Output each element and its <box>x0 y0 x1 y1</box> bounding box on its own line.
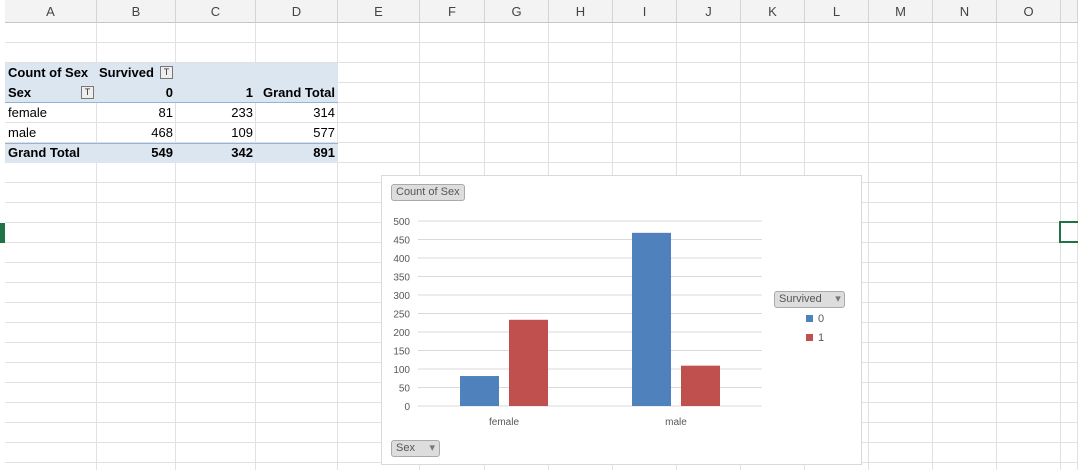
axis-field-label: Sex <box>396 442 415 454</box>
legend-item[interactable]: 0 <box>806 313 824 325</box>
pivot-chart[interactable]: Count of Sex 0 50 100 150 200 250 300 350 400 450… <box>381 175 862 465</box>
selected-row-indicator <box>0 223 5 243</box>
chart-plot: 0 50 100 150 200 250 300 350 400 450 500 female male <box>393 217 762 428</box>
pivot-row-label[interactable]: female <box>5 103 97 123</box>
column-header-D[interactable]: D <box>256 0 338 23</box>
pivot-col-field-label[interactable]: Survived <box>96 63 166 83</box>
column-header-I[interactable]: I <box>613 0 677 23</box>
column-header-B[interactable]: B <box>97 0 176 23</box>
pivot-cell[interactable]: 109 <box>176 123 256 143</box>
bar-male-0[interactable] <box>632 232 671 406</box>
y-tick-label: 300 <box>393 291 410 302</box>
y-tick-label: 350 <box>393 273 410 284</box>
legend-label: 1 <box>818 332 825 344</box>
y-tick-label: 100 <box>393 365 410 376</box>
pivot-col-header[interactable]: Grand Total <box>256 83 338 103</box>
bar-male-1[interactable] <box>681 365 720 406</box>
column-header-C[interactable]: C <box>176 0 256 23</box>
column-header-H[interactable]: H <box>549 0 613 23</box>
y-tick-label: 450 <box>393 236 410 247</box>
pivot-col-header[interactable]: 0 <box>97 83 176 103</box>
survived-filter-icon[interactable]: T <box>160 66 173 79</box>
column-header-N[interactable]: N <box>933 0 997 23</box>
bar-female-1[interactable] <box>509 319 548 406</box>
legend-title: Survived <box>779 293 822 305</box>
legend-swatch <box>806 315 813 322</box>
pivot-grand-total-cell[interactable]: 549 <box>97 143 176 163</box>
y-tick-label: 250 <box>393 310 410 321</box>
pivot-cell[interactable]: 81 <box>97 103 176 123</box>
pivot-cell[interactable]: 233 <box>176 103 256 123</box>
column-header-F[interactable]: F <box>420 0 485 23</box>
pivot-grand-total-cell[interactable]: 891 <box>256 143 338 163</box>
column-header-G[interactable]: G <box>485 0 549 23</box>
legend-label: 0 <box>818 313 825 325</box>
y-tick-label: 200 <box>393 328 410 339</box>
y-tick-label: 150 <box>393 347 410 358</box>
legend-field-button[interactable]: Survived ▾ <box>774 291 845 308</box>
pivot-row-field-label[interactable]: Sex <box>5 83 85 103</box>
axis-field-button[interactable]: Sex ▾ <box>391 440 440 457</box>
column-header-E[interactable]: E <box>338 0 420 23</box>
x-tick-label: male <box>665 417 687 428</box>
selected-cell[interactable] <box>1059 221 1078 243</box>
sex-filter-icon[interactable]: T <box>81 86 94 99</box>
column-header-L[interactable]: L <box>805 0 869 23</box>
column-header-A[interactable]: A <box>5 0 97 23</box>
pivot-col-header[interactable]: 1 <box>176 83 256 103</box>
filter-icon: ▾ <box>835 293 841 305</box>
column-header-K[interactable]: K <box>741 0 805 23</box>
bar-female-0[interactable] <box>460 376 499 406</box>
pivot-grand-total-cell[interactable]: 342 <box>176 143 256 163</box>
column-header-J[interactable]: J <box>677 0 741 23</box>
y-tick-label: 0 <box>404 402 410 413</box>
pivot-value-label[interactable]: Count of Sex <box>5 63 100 83</box>
filter-icon: ▾ <box>429 442 435 454</box>
legend-swatch <box>806 334 813 341</box>
y-tick-label: 500 <box>393 217 410 228</box>
y-tick-label: 50 <box>399 384 411 395</box>
pivot-cell[interactable]: 577 <box>256 123 338 143</box>
legend-item[interactable]: 1 <box>806 332 824 344</box>
pivot-cell[interactable]: 314 <box>256 103 338 123</box>
pivot-cell[interactable]: 468 <box>97 123 176 143</box>
y-tick-label: 400 <box>393 254 410 265</box>
pivot-row-label[interactable]: male <box>5 123 97 143</box>
column-header-partial[interactable] <box>1061 0 1078 23</box>
pivot-grand-total-label[interactable]: Grand Total <box>5 143 97 163</box>
x-tick-label: female <box>489 417 519 428</box>
column-header-O[interactable]: O <box>997 0 1061 23</box>
column-header-M[interactable]: M <box>869 0 933 23</box>
